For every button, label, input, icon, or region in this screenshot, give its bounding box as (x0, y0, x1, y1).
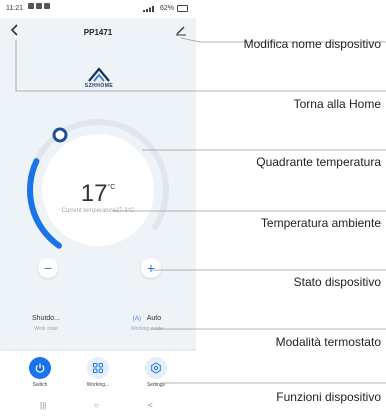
bottom-action-bar: Switch Working... Settings (0, 351, 196, 395)
home-icon[interactable]: ○ (94, 401, 99, 410)
edit-icon[interactable] (175, 24, 187, 36)
increase-button[interactable]: + (141, 258, 161, 278)
label-functions: Funzioni dispositivo (276, 390, 381, 404)
status-time: 11:21 (6, 5, 23, 12)
grid-icon (87, 357, 109, 379)
nav-back-icon[interactable]: < (148, 401, 153, 410)
android-nav-bar: ||| ○ < (0, 395, 196, 417)
device-title: PP1471 (83, 28, 113, 37)
status-right: 62% (142, 5, 188, 12)
switch-button[interactable]: Switch (20, 357, 60, 388)
phone-screen: 11:21 62% PP1471 SZHHOME 17°C Current te… (0, 0, 196, 417)
working-mode-text: Auto (146, 315, 162, 322)
auto-mode-icon: (A) (132, 316, 141, 322)
app-header: PP1471 (0, 18, 196, 44)
temperature-unit: °C (107, 184, 116, 191)
label-ambient: Temperatura ambiente (260, 216, 381, 230)
notification-icons (28, 3, 50, 9)
power-icon (29, 357, 51, 379)
label-edit-name: Modifica nome dispositivo (243, 37, 381, 51)
label-back-home: Torna alla Home (293, 97, 381, 111)
switch-label: Switch (32, 382, 48, 388)
label-mode: Modalità termostato (275, 335, 381, 349)
work-state-value: Shutdo... (31, 315, 61, 322)
dial-handle (52, 127, 68, 143)
brand-name: SZHHOME (84, 83, 114, 89)
working-mode: (A) Auto Working mode (112, 315, 182, 332)
set-temperature: 17°C (0, 180, 196, 208)
settings-label: Settings (146, 382, 166, 388)
settings-button[interactable]: Settings (136, 357, 176, 388)
working-mode-value: (A) Auto (112, 315, 182, 322)
working-label: Working... (86, 382, 110, 388)
battery-icon (177, 5, 188, 12)
decrease-button[interactable]: − (38, 258, 58, 278)
brand-logo: SZHHOME (77, 65, 121, 95)
signal-icon (142, 5, 154, 12)
label-dial: Quadrante temperatura (256, 155, 381, 169)
status-bar: 11:21 62% (0, 0, 196, 18)
work-state-label: Work state (34, 326, 58, 332)
label-device-state: Stato dispositivo (293, 275, 381, 289)
battery-percent: 62% (159, 5, 174, 12)
work-state: Shutdo... Work state (18, 315, 74, 332)
current-temperature: Current temperature27-3°C (61, 208, 135, 214)
house-logo-icon (88, 67, 110, 82)
gear-icon (145, 357, 167, 379)
temperature-value: 17 (80, 180, 108, 207)
working-mode-label: Working mode (130, 326, 164, 332)
working-mode-button[interactable]: Working... (78, 357, 118, 388)
recent-apps-icon[interactable]: ||| (40, 401, 46, 410)
